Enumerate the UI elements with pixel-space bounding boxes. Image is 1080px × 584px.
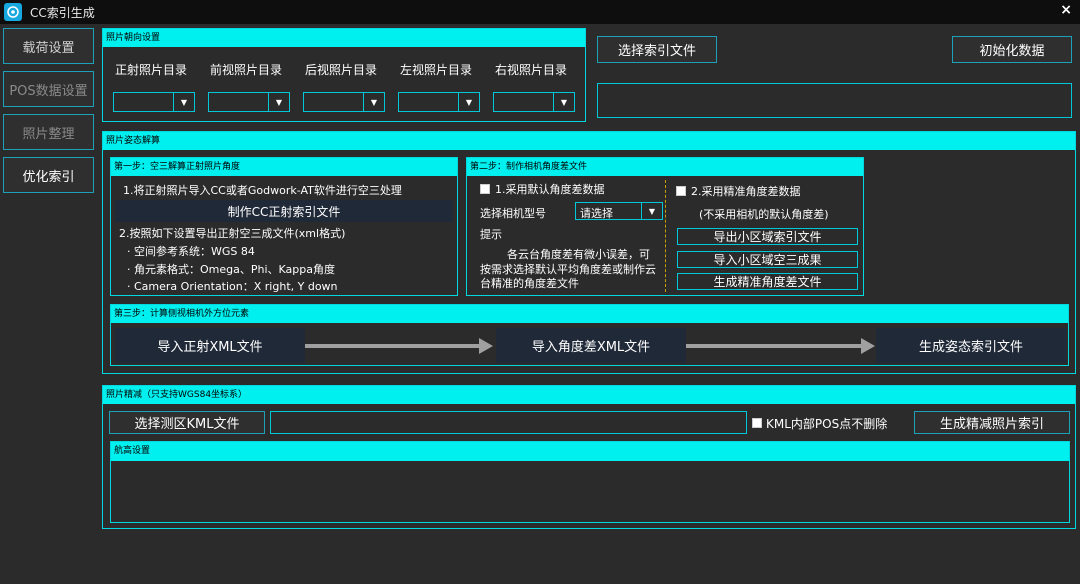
generate-attitude-index-button[interactable]: 生成姿态索引文件 xyxy=(876,328,1066,363)
chevron-down-icon: ▼ xyxy=(268,93,289,111)
app-icon xyxy=(4,3,22,21)
import-angle-xml-button[interactable]: 导入角度差XML文件 xyxy=(496,328,686,363)
chevron-down-icon: ▼ xyxy=(641,203,662,219)
left-dir-label: 左视照片目录 xyxy=(400,63,473,77)
step1-line1: 1.将正射照片导入CC或者Godwork-AT软件进行空三处理 xyxy=(123,184,402,197)
default-angle-label: 1.采用默认角度差数据 xyxy=(495,183,605,196)
default-angle-checkbox[interactable] xyxy=(480,184,490,194)
flow-arrow xyxy=(305,344,481,348)
step1-panel: 第一步：空三解算正射照片角度 1.将正射照片导入CC或者Godwork-AT软件… xyxy=(110,157,458,296)
hint-label: 提示 xyxy=(480,228,502,241)
orientation-panel-title: 照片朝向设置 xyxy=(103,29,585,47)
nav-optimize-index[interactable]: 优化索引 xyxy=(3,157,94,193)
hint-text-3: 台精准的角度差文件 xyxy=(480,277,579,290)
chevron-down-icon: ▼ xyxy=(553,93,574,111)
close-icon[interactable]: × xyxy=(1060,2,1072,18)
back-dir-select[interactable]: ▼ xyxy=(303,92,385,112)
refine-panel-title: 照片精减（只支持WGS84坐标系） xyxy=(103,386,1075,404)
nav-photo-organize[interactable]: 照片整理 xyxy=(3,114,94,150)
step2-title: 第二步：制作相机角度差文件 xyxy=(467,158,863,176)
right-dir-select[interactable]: ▼ xyxy=(493,92,575,112)
divider xyxy=(665,180,666,292)
hint-text-1: 各云台角度差有微小误差，可 xyxy=(507,248,650,261)
window-title: CC索引生成 xyxy=(30,6,95,20)
index-file-path-field[interactable] xyxy=(597,83,1072,118)
camera-model-value: 请选择 xyxy=(580,207,613,220)
step1-bullet-camera: · Camera Orientation：X right, Y down xyxy=(127,280,338,293)
flow-arrow xyxy=(686,344,862,348)
altitude-panel-title: 航高设置 xyxy=(111,442,1069,461)
select-kml-button[interactable]: 选择测区KML文件 xyxy=(109,411,265,434)
import-area-aero-button[interactable]: 导入小区域空三成果 xyxy=(677,251,858,268)
front-dir-select[interactable]: ▼ xyxy=(208,92,290,112)
keep-inside-label: KML内部POS点不删除 xyxy=(766,417,888,431)
export-area-index-button[interactable]: 导出小区域索引文件 xyxy=(677,228,858,245)
altitude-panel: 航高设置 xyxy=(110,441,1070,523)
step3-title: 第三步：计算侧视相机外方位元素 xyxy=(111,305,1068,323)
title-bar xyxy=(0,0,1080,24)
arrow-right-icon xyxy=(479,338,493,354)
step1-bullet-crs: · 空间参考系统：WGS 84 xyxy=(127,245,255,258)
right-dir-label: 右视照片目录 xyxy=(495,63,568,77)
camera-model-select[interactable]: 请选择 ▼ xyxy=(575,202,663,220)
back-dir-label: 后视照片目录 xyxy=(305,63,378,77)
generate-refined-index-button[interactable]: 生成精减照片索引 xyxy=(914,411,1070,434)
precise-angle-label: 2.采用精准角度差数据 xyxy=(691,185,801,198)
attitude-panel-title: 照片姿态解算 xyxy=(103,132,1075,150)
select-index-file-button[interactable]: 选择索引文件 xyxy=(597,36,717,63)
orientation-panel: 照片朝向设置 正射照片目录 前视照片目录 后视照片目录 左视照片目录 右视照片目… xyxy=(102,28,586,122)
chevron-down-icon: ▼ xyxy=(458,93,479,111)
import-ortho-xml-button[interactable]: 导入正射XML文件 xyxy=(115,328,305,363)
arrow-right-icon xyxy=(861,338,875,354)
step3-panel: 第三步：计算侧视相机外方位元素 导入正射XML文件 导入角度差XML文件 生成姿… xyxy=(110,304,1069,366)
ortho-dir-label: 正射照片目录 xyxy=(115,63,188,77)
chevron-down-icon: ▼ xyxy=(173,93,194,111)
chevron-down-icon: ▼ xyxy=(363,93,384,111)
precise-angle-checkbox[interactable] xyxy=(676,186,686,196)
nav-payload-settings[interactable]: 载荷设置 xyxy=(3,28,94,64)
nav-pos-settings[interactable]: POS数据设置 xyxy=(3,71,94,107)
step1-line2: 2.按照如下设置导出正射空三成文件(xml格式) xyxy=(119,227,346,240)
precise-angle-note: (不采用相机的默认角度差) xyxy=(699,208,829,221)
front-dir-label: 前视照片目录 xyxy=(210,63,283,77)
camera-model-label: 选择相机型号 xyxy=(480,207,546,220)
kml-path-field[interactable] xyxy=(270,411,747,434)
init-data-button[interactable]: 初始化数据 xyxy=(952,36,1072,63)
generate-precise-angle-button[interactable]: 生成精准角度差文件 xyxy=(677,273,858,290)
left-dir-select[interactable]: ▼ xyxy=(398,92,480,112)
keep-inside-checkbox[interactable] xyxy=(752,418,762,428)
make-cc-ortho-index-button[interactable]: 制作CC正射索引文件 xyxy=(115,200,453,222)
refine-panel: 照片精减（只支持WGS84坐标系） 选择测区KML文件 KML内部POS点不删除… xyxy=(102,385,1076,529)
step2-panel: 第二步：制作相机角度差文件 1.采用默认角度差数据 选择相机型号 请选择 ▼ 提… xyxy=(466,157,864,296)
step1-bullet-angle: · 角元素格式：Omega、Phi、Kappa角度 xyxy=(127,263,335,276)
ortho-dir-select[interactable]: ▼ xyxy=(113,92,195,112)
step1-title: 第一步：空三解算正射照片角度 xyxy=(111,158,457,176)
